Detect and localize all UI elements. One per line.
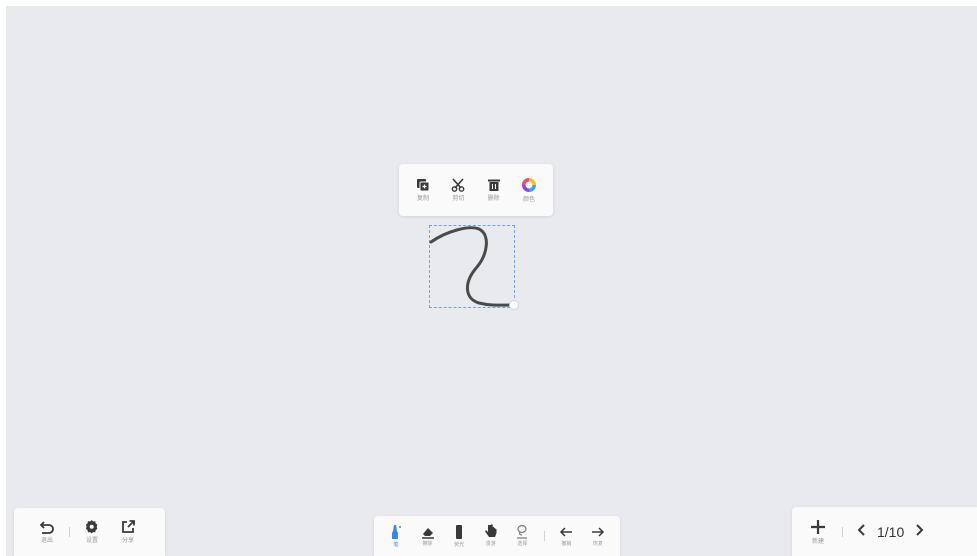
page-indicator: 1/10: [877, 523, 905, 540]
select-label: 选择: [517, 541, 528, 547]
eraser-tool-button[interactable]: 擦除: [418, 525, 438, 548]
undo-label: 撤销: [561, 540, 572, 547]
page-toolbar: 新建 1/10: [792, 507, 977, 556]
marker-label: 荧光: [454, 541, 465, 548]
gear-icon: [85, 520, 99, 534]
undo-button[interactable]: 撤销: [556, 525, 576, 548]
pen-label: 笔: [393, 541, 399, 548]
select-tool-button[interactable]: 选择: [512, 524, 532, 548]
chevron-left-icon: [857, 524, 865, 536]
undo-arrow-icon: [39, 520, 55, 534]
delete-button[interactable]: 删除: [480, 178, 508, 202]
color-label: 颜色: [522, 196, 535, 203]
drawing-toolbar: 笔 擦除 荧光 漫游 选择 撤销 恢复: [374, 516, 620, 556]
share-icon: [121, 520, 135, 534]
color-button[interactable]: 颜色: [515, 177, 543, 203]
cut-label: 剪切: [452, 195, 465, 202]
divider: [842, 526, 843, 537]
new-page-button[interactable]: 新建: [810, 519, 826, 545]
exit-button[interactable]: 退出: [36, 520, 58, 544]
arrow-right-icon: [591, 525, 605, 539]
new-page-label: 新建: [811, 537, 824, 545]
pen-tool-button[interactable]: 笔: [386, 524, 406, 549]
divider: [69, 527, 70, 537]
resize-handle[interactable]: [509, 300, 519, 310]
eraser-icon: [421, 525, 435, 539]
share-button[interactable]: 分享: [117, 520, 139, 544]
selection-context-menu: 复制 剪切 删除 颜色: [399, 164, 553, 216]
arrow-left-icon: [559, 525, 573, 539]
eraser-label: 擦除: [422, 540, 433, 547]
copy-label: 复制: [416, 195, 429, 202]
settings-button[interactable]: 设置: [81, 520, 103, 544]
chevron-right-icon: [916, 524, 924, 536]
scissors-icon: [451, 178, 465, 192]
drawn-stroke[interactable]: [429, 225, 519, 310]
hand-icon: [484, 524, 498, 539]
delete-label: 删除: [487, 195, 500, 202]
redo-button[interactable]: 恢复: [588, 525, 608, 548]
pen-icon: [390, 524, 402, 540]
highlighter-icon: [454, 524, 464, 540]
lasso-icon: [515, 524, 529, 539]
redo-label: 恢复: [592, 540, 603, 547]
hand-label: 漫游: [485, 541, 496, 547]
trash-icon: [487, 178, 501, 192]
exit-label: 退出: [40, 537, 53, 544]
divider: [543, 531, 545, 541]
cut-button[interactable]: 剪切: [444, 178, 472, 202]
copy-icon: [416, 178, 430, 192]
copy-button[interactable]: 复制: [409, 178, 437, 202]
share-label: 分享: [121, 537, 134, 544]
color-wheel-icon: [521, 177, 537, 193]
plus-icon: [810, 519, 826, 535]
next-page-button[interactable]: [914, 522, 924, 541]
left-toolbar: 退出 设置 分享: [14, 508, 165, 556]
marker-tool-button[interactable]: 荧光: [449, 524, 469, 549]
settings-label: 设置: [85, 537, 98, 544]
hand-tool-button[interactable]: 漫游: [481, 524, 501, 548]
prev-page-button[interactable]: [857, 522, 867, 541]
